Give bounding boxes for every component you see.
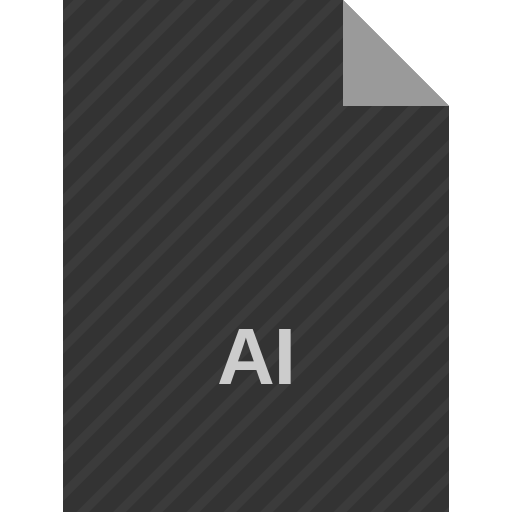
file-type-icon-canvas: AI — [0, 0, 512, 512]
page-fold-corner — [343, 0, 449, 106]
file-type-label: AI — [217, 312, 296, 401]
document-file-icon — [63, 0, 449, 512]
